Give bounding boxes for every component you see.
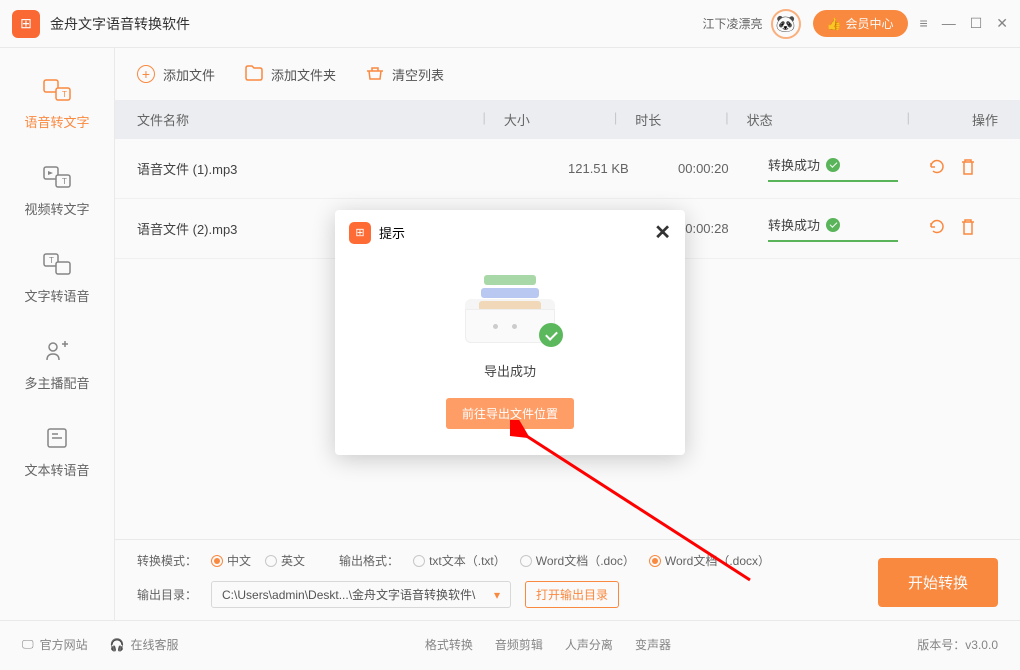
modal-logo-icon: ⊞ bbox=[349, 222, 371, 244]
modal-title: 提示 bbox=[379, 223, 646, 242]
export-success-modal: ⊞ 提示 ✕ 导出成功 前往导出文件位置 bbox=[335, 210, 685, 455]
modal-message: 导出成功 bbox=[484, 361, 536, 380]
goto-export-location-button[interactable]: 前往导出文件位置 bbox=[446, 398, 574, 429]
modal-overlay: ⊞ 提示 ✕ 导出成功 前往导出文件位置 bbox=[0, 0, 1020, 670]
modal-close-button[interactable]: ✕ bbox=[654, 220, 671, 245]
success-illustration bbox=[465, 273, 555, 343]
success-check-icon bbox=[539, 323, 563, 347]
